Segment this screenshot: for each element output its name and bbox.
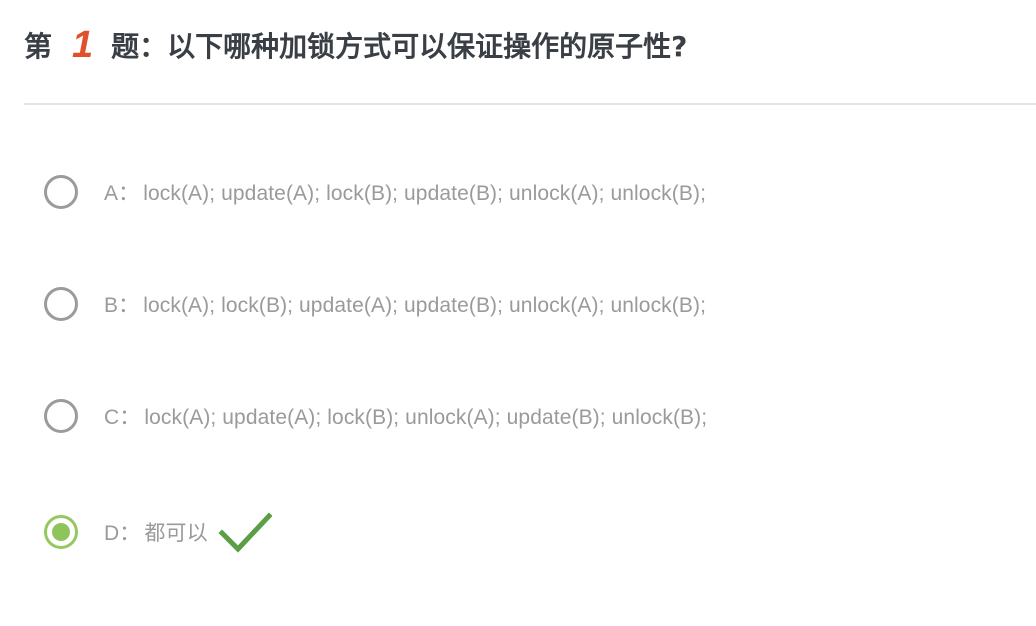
checkmark-icon [218, 512, 272, 553]
option-b[interactable]: B： lock(A); lock(B); update(A); update(B)… [44, 287, 706, 321]
radio-button-b[interactable] [44, 287, 78, 321]
option-b-text: lock(A); lock(B); update(A); update(B); … [143, 294, 707, 317]
option-a-text: lock(A); update(A); lock(B); update(B); … [143, 182, 707, 205]
option-c[interactable]: C： lock(A); update(A); lock(B); unlock(A)… [44, 399, 707, 433]
question-title: 第 1 题：以下哪种加锁方式可以保证操作的原子性? [24, 14, 687, 76]
option-b-label: B： lock(A); lock(B); update(A); update(B)… [104, 289, 706, 319]
option-d-letter: D： [104, 522, 141, 545]
radio-selected-dot [52, 523, 70, 541]
option-a[interactable]: A： lock(A); update(A); lock(B); update(B)… [44, 175, 706, 209]
option-b-letter: B： [104, 294, 140, 317]
radio-button-a[interactable] [44, 175, 78, 209]
question-prefix: 第 [24, 30, 53, 63]
option-a-label: A： lock(A); update(A); lock(B); update(B)… [104, 177, 706, 207]
radio-button-d-selected[interactable] [44, 515, 78, 549]
option-c-letter: C： [104, 406, 141, 429]
option-a-letter: A： [104, 182, 140, 205]
question-text: 题：以下哪种加锁方式可以保证操作的原子性? [111, 30, 688, 63]
radio-button-c[interactable] [44, 399, 78, 433]
divider [24, 103, 1036, 105]
option-c-label: C： lock(A); update(A); lock(B); unlock(A)… [104, 401, 707, 431]
option-d[interactable]: D： 都可以 [44, 511, 272, 553]
option-d-text: 都可以 [144, 522, 208, 545]
option-d-label: D： 都可以 [104, 517, 208, 547]
question-number: 1 [72, 23, 94, 66]
option-c-text: lock(A); update(A); lock(B); unlock(A); … [144, 406, 708, 429]
